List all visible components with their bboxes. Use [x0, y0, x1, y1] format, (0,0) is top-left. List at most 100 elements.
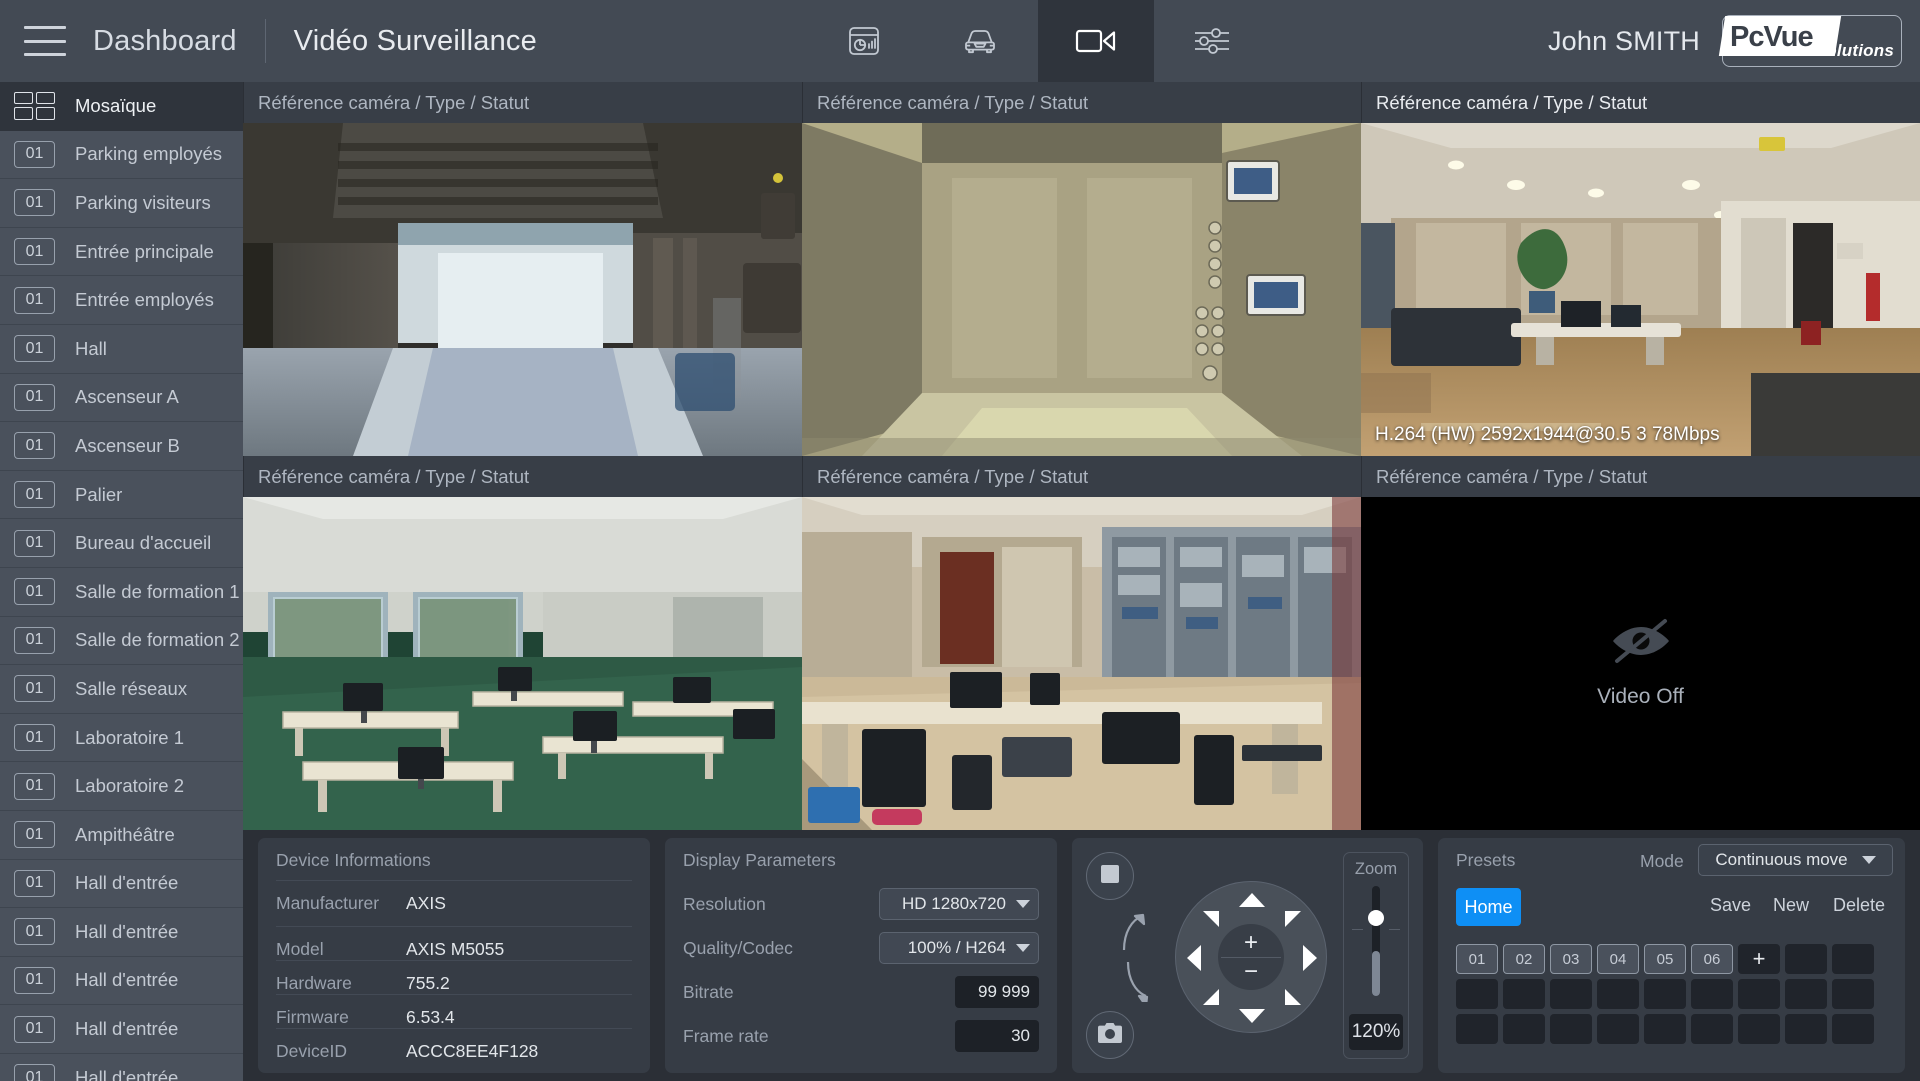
preset-cell-empty[interactable]: [1456, 979, 1498, 1009]
settings-tab[interactable]: [1154, 0, 1270, 82]
sidebar-item-mosa-que[interactable]: Mosaïque: [0, 82, 243, 131]
tile-garage[interactable]: Référence caméra / Type / Statut: [243, 82, 802, 456]
preset-cell-01[interactable]: 01: [1456, 944, 1498, 974]
preset-cell-02[interactable]: 02: [1503, 944, 1545, 974]
sidebar-item-hall[interactable]: 01 Hall: [0, 325, 243, 374]
user-name[interactable]: John SMITH: [1548, 26, 1700, 57]
sidebar-item-laboratoire-2[interactable]: 01 Laboratoire 2: [0, 762, 243, 811]
mode-select[interactable]: Continuous move: [1698, 844, 1893, 876]
sidebar-item-ampith-tre[interactable]: 01 Ampithéâtre: [0, 811, 243, 860]
pan-left-button[interactable]: [1186, 944, 1202, 977]
tile-video[interactable]: [1361, 123, 1920, 456]
presets-title: Presets: [1456, 850, 1516, 870]
preset-cell-empty[interactable]: [1832, 979, 1874, 1009]
preset-cell-empty[interactable]: [1597, 1014, 1639, 1044]
preset-cell-empty[interactable]: [1691, 979, 1733, 1009]
preset-cell-add[interactable]: +: [1738, 944, 1780, 974]
preset-cell-empty[interactable]: [1738, 979, 1780, 1009]
rotate-arrows-icon[interactable]: [1118, 910, 1150, 1008]
preset-cell-empty[interactable]: [1738, 1014, 1780, 1044]
sidebar-item-ascenseur-b[interactable]: 01 Ascenseur B: [0, 422, 243, 471]
snapshot-button[interactable]: [1086, 1011, 1134, 1059]
sidebar-item-entr-e-employ-s[interactable]: 01 Entrée employés: [0, 276, 243, 325]
tile-elevator[interactable]: Référence caméra / Type / Statut: [802, 82, 1361, 456]
tile-video[interactable]: [243, 497, 802, 830]
tile-video[interactable]: [802, 497, 1361, 830]
tile-office[interactable]: Référence caméra / Type / Statut H.264 (…: [1361, 82, 1920, 456]
tile-video[interactable]: Video Off: [1361, 497, 1920, 830]
resolution-select[interactable]: HD 1280x720: [879, 888, 1039, 920]
zoom-slider-track[interactable]: [1372, 886, 1380, 996]
pan-up-button[interactable]: [1238, 892, 1266, 913]
zoom-slider-knob[interactable]: [1368, 910, 1384, 926]
hamburger-icon[interactable]: [24, 26, 66, 56]
zoom-out-button[interactable]: −: [1244, 957, 1258, 986]
preset-cell-empty[interactable]: [1832, 944, 1874, 974]
preset-grid[interactable]: 01 02 03 04 05 06 +: [1456, 944, 1874, 1044]
sidebar-item-hall-d-entr-e[interactable]: 01 Hall d'entrée: [0, 957, 243, 1006]
preset-cell-empty[interactable]: [1785, 1014, 1827, 1044]
sidebar-item-hall-d-entr-e[interactable]: 01 Hall d'entrée: [0, 908, 243, 957]
preset-cell-empty[interactable]: [1785, 979, 1827, 1009]
preset-cell-empty[interactable]: [1550, 1014, 1592, 1044]
sidebar-item-salle-de-formation-1[interactable]: 01 Salle de formation 1: [0, 568, 243, 617]
tile-lab[interactable]: Référence caméra / Type / Statut: [802, 456, 1361, 830]
preset-cell-05[interactable]: 05: [1644, 944, 1686, 974]
preset-cell-empty[interactable]: [1503, 1014, 1545, 1044]
tile-classroom[interactable]: Référence caméra / Type / Statut: [243, 456, 802, 830]
preset-cell-empty[interactable]: [1785, 944, 1827, 974]
pan-right-button[interactable]: [1302, 944, 1318, 977]
sidebar-item-palier[interactable]: 01 Palier: [0, 471, 243, 520]
dashboard-report-tab[interactable]: [806, 0, 922, 82]
sidebar-item-bureau-d-accueil[interactable]: 01 Bureau d'accueil: [0, 519, 243, 568]
ptz-dpad[interactable]: + −: [1175, 881, 1327, 1033]
pan-up-left-button[interactable]: [1202, 910, 1220, 933]
preset-cell-empty[interactable]: [1456, 1014, 1498, 1044]
quality-codec-select[interactable]: 100% / H264: [879, 932, 1039, 964]
zoom-stepper[interactable]: + −: [1218, 924, 1284, 990]
sidebar-item-hall-d-entr-e[interactable]: 01 Hall d'entrée: [0, 1054, 243, 1081]
new-preset-button[interactable]: New: [1773, 895, 1809, 916]
sidebar-item-salle-de-formation-2[interactable]: 01 Salle de formation 2: [0, 617, 243, 666]
tile-video[interactable]: [243, 123, 802, 456]
zoom-in-button[interactable]: +: [1244, 928, 1258, 957]
home-preset-button[interactable]: Home: [1456, 888, 1521, 926]
preset-cell-empty[interactable]: [1550, 979, 1592, 1009]
preset-cell-empty[interactable]: [1503, 979, 1545, 1009]
sidebar-item-parking-employ-s[interactable]: 01 Parking employés: [0, 131, 243, 180]
vehicle-tab[interactable]: [922, 0, 1038, 82]
sidebar-item-entr-e-principale[interactable]: 01 Entrée principale: [0, 228, 243, 277]
pan-up-right-button[interactable]: [1284, 910, 1302, 933]
tile-video[interactable]: [802, 123, 1361, 456]
camera-sidebar[interactable]: Mosaïque 01 Parking employés 01 Parking visi…: [0, 82, 243, 1081]
quality-row: Quality/Codec 100% / H264: [683, 926, 1039, 970]
preset-cell-03[interactable]: 03: [1550, 944, 1592, 974]
preset-cell-empty[interactable]: [1644, 979, 1686, 1009]
sidebar-item-hall-d-entr-e[interactable]: 01 Hall d'entrée: [0, 1005, 243, 1054]
sidebar-item-laboratoire-1[interactable]: 01 Laboratoire 1: [0, 714, 243, 763]
delete-preset-button[interactable]: Delete: [1833, 895, 1885, 916]
sidebar-item-ascenseur-a[interactable]: 01 Ascenseur A: [0, 374, 243, 423]
zoom-label: Zoom: [1354, 860, 1398, 878]
save-preset-button[interactable]: Save: [1710, 895, 1751, 916]
bitrate-input[interactable]: 99 999: [955, 976, 1039, 1008]
stop-button[interactable]: [1086, 852, 1134, 900]
sidebar-item-parking-visiteurs[interactable]: 01 Parking visiteurs: [0, 179, 243, 228]
framerate-input[interactable]: 30: [955, 1020, 1039, 1052]
preset-cell-06[interactable]: 06: [1691, 944, 1733, 974]
preset-cell-empty[interactable]: [1644, 1014, 1686, 1044]
preset-cell-empty[interactable]: [1832, 1014, 1874, 1044]
preset-cell-04[interactable]: 04: [1597, 944, 1639, 974]
pan-down-right-button[interactable]: [1284, 988, 1302, 1011]
video-tab[interactable]: [1038, 0, 1154, 82]
camera-count-badge: 01: [14, 918, 55, 946]
pan-down-left-button[interactable]: [1202, 988, 1220, 1011]
preset-cell-empty[interactable]: [1597, 979, 1639, 1009]
sidebar-item-salle-r-seaux[interactable]: 01 Salle réseaux: [0, 665, 243, 714]
pan-down-button[interactable]: [1238, 1008, 1266, 1029]
preset-cell-empty[interactable]: [1691, 1014, 1733, 1044]
sidebar-item-label: Entrée employés: [75, 289, 214, 311]
tile-offline[interactable]: Référence caméra / Type / Statut Video O…: [1361, 456, 1920, 830]
camera-count-badge: 01: [14, 578, 55, 606]
sidebar-item-hall-d-entr-e[interactable]: 01 Hall d'entrée: [0, 860, 243, 909]
